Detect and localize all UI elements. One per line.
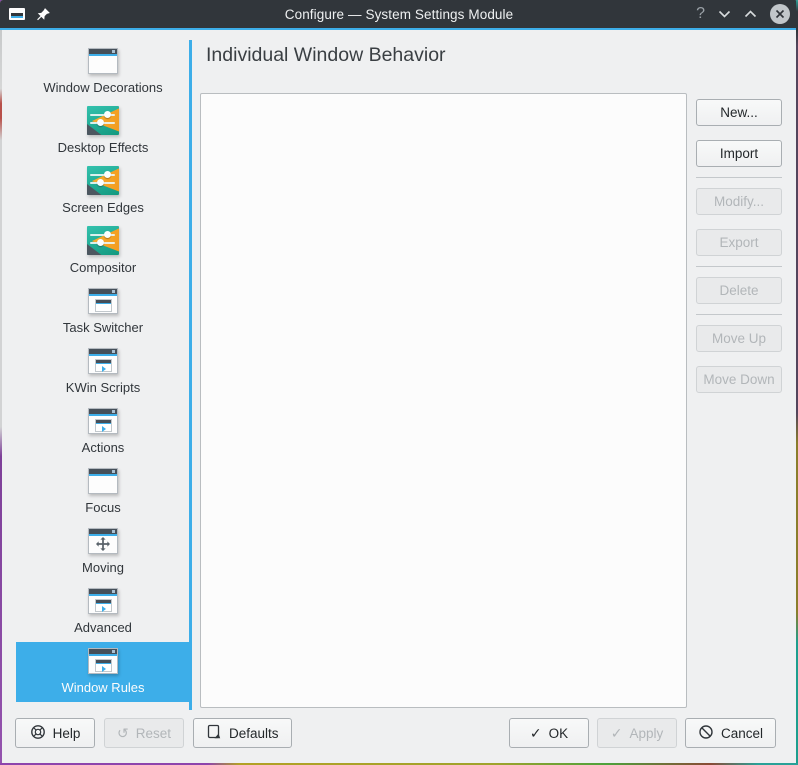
- desktop-effects-icon: [87, 105, 119, 136]
- module-sidebar: Window Decorations Desktop Effects Screen …: [16, 42, 190, 702]
- window-title: Configure — System Settings Module: [0, 7, 798, 22]
- dialog-content: Window Decorations Desktop Effects Screen …: [0, 30, 798, 765]
- check-icon: ✓: [530, 726, 542, 741]
- desktop-effects-icon: [87, 165, 119, 196]
- close-icon[interactable]: [770, 4, 790, 24]
- titlebar-right-icons: ?: [696, 0, 790, 28]
- sidebar-item-window-rules[interactable]: Window Rules: [16, 642, 190, 702]
- configure-dialog-window: Configure — System Settings Module ? Win…: [0, 0, 798, 765]
- button-label: New...: [720, 105, 758, 120]
- sidebar-item-label: Advanced: [74, 620, 132, 635]
- sidebar-separator: [189, 40, 192, 710]
- defaults-revert-icon: [206, 724, 222, 743]
- sidebar-item-desktop-effects[interactable]: Desktop Effects: [16, 102, 190, 162]
- sidebar-item-window-decorations[interactable]: Window Decorations: [16, 42, 190, 102]
- sidebar-item-screen-edges[interactable]: Screen Edges: [16, 162, 190, 222]
- ok-button[interactable]: ✓ OK: [509, 718, 589, 748]
- sidebar-item-task-switcher[interactable]: Task Switcher: [16, 282, 190, 342]
- window-play-icon: [87, 645, 119, 676]
- apply-button: ✓ Apply: [597, 718, 677, 748]
- sidebar-item-kwin-scripts[interactable]: KWin Scripts: [16, 342, 190, 402]
- footer-right-buttons: ✓ OK ✓ Apply Cancel: [509, 718, 776, 748]
- button-label: Reset: [136, 726, 171, 741]
- button-label: Help: [53, 726, 81, 741]
- dialog-button-box: Help ↺ Reset Defaults ✓ OK ✓ Apply Cancel: [0, 718, 798, 748]
- move-up-button: Move Up: [696, 325, 782, 352]
- page-title: Individual Window Behavior: [206, 44, 446, 67]
- sidebar-item-label: KWin Scripts: [66, 380, 140, 395]
- action-group-separator: [696, 266, 782, 267]
- move-down-button: Move Down: [696, 366, 782, 393]
- chevron-down-icon[interactable]: [718, 10, 731, 18]
- window-plain-icon: [87, 45, 119, 76]
- sidebar-item-label: Compositor: [70, 260, 136, 275]
- button-label: Cancel: [721, 726, 763, 741]
- help-lifebuoy-icon: [30, 724, 46, 743]
- sidebar-item-label: Window Decorations: [43, 80, 162, 95]
- action-group-separator: [696, 314, 782, 315]
- cancel-button[interactable]: Cancel: [685, 718, 776, 748]
- sidebar-item-moving[interactable]: Moving: [16, 522, 190, 582]
- export-button: Export: [696, 229, 782, 256]
- sidebar-item-label: Moving: [82, 560, 124, 575]
- button-label: Move Up: [712, 331, 766, 346]
- chevron-up-icon[interactable]: [744, 10, 757, 18]
- window-rules-list[interactable]: [200, 93, 687, 708]
- sidebar-item-label: Actions: [82, 440, 125, 455]
- footer-left-buttons: Help ↺ Reset Defaults: [15, 718, 292, 748]
- window-play-icon: [87, 585, 119, 616]
- sidebar-item-label: Desktop Effects: [58, 140, 149, 155]
- window-inner-icon: [87, 285, 119, 316]
- reset-button: ↺ Reset: [104, 718, 184, 748]
- help-button[interactable]: Help: [15, 718, 95, 748]
- wallpaper-sliver-left: [0, 30, 2, 765]
- import-button[interactable]: Import: [696, 140, 782, 167]
- button-label: OK: [549, 726, 569, 741]
- sidebar-item-label: Task Switcher: [63, 320, 143, 335]
- rule-actions-column: New... Import Modify... Export Delete Move Up…: [696, 99, 782, 407]
- titlebar[interactable]: Configure — System Settings Module ?: [0, 0, 798, 30]
- window-play-icon: [87, 405, 119, 436]
- sidebar-item-focus[interactable]: Focus: [16, 462, 190, 522]
- sidebar-item-compositor[interactable]: Compositor: [16, 222, 190, 282]
- sidebar-item-label: Focus: [85, 500, 120, 515]
- reset-undo-icon: ↺: [117, 726, 129, 741]
- desktop-effects-icon: [87, 225, 119, 256]
- window-move-icon: [87, 525, 119, 556]
- sidebar-item-advanced[interactable]: Advanced: [16, 582, 190, 642]
- button-label: Apply: [629, 726, 663, 741]
- button-label: Move Down: [703, 372, 774, 387]
- window-play-icon: [87, 345, 119, 376]
- button-label: Defaults: [229, 726, 279, 741]
- button-label: Import: [720, 146, 758, 161]
- button-label: Delete: [719, 283, 758, 298]
- action-group-separator: [696, 177, 782, 178]
- check-icon: ✓: [611, 726, 623, 741]
- titlebar-help-icon[interactable]: ?: [696, 6, 705, 22]
- sidebar-item-actions[interactable]: Actions: [16, 402, 190, 462]
- window-plain-icon: [87, 465, 119, 496]
- delete-button: Delete: [696, 277, 782, 304]
- new-button[interactable]: New...: [696, 99, 782, 126]
- sidebar-item-label: Screen Edges: [62, 200, 144, 215]
- cancel-icon: [698, 724, 714, 743]
- button-label: Export: [719, 235, 758, 250]
- sidebar-item-label: Window Rules: [61, 680, 144, 695]
- button-label: Modify...: [714, 194, 764, 209]
- modify-button: Modify...: [696, 188, 782, 215]
- defaults-button[interactable]: Defaults: [193, 718, 292, 748]
